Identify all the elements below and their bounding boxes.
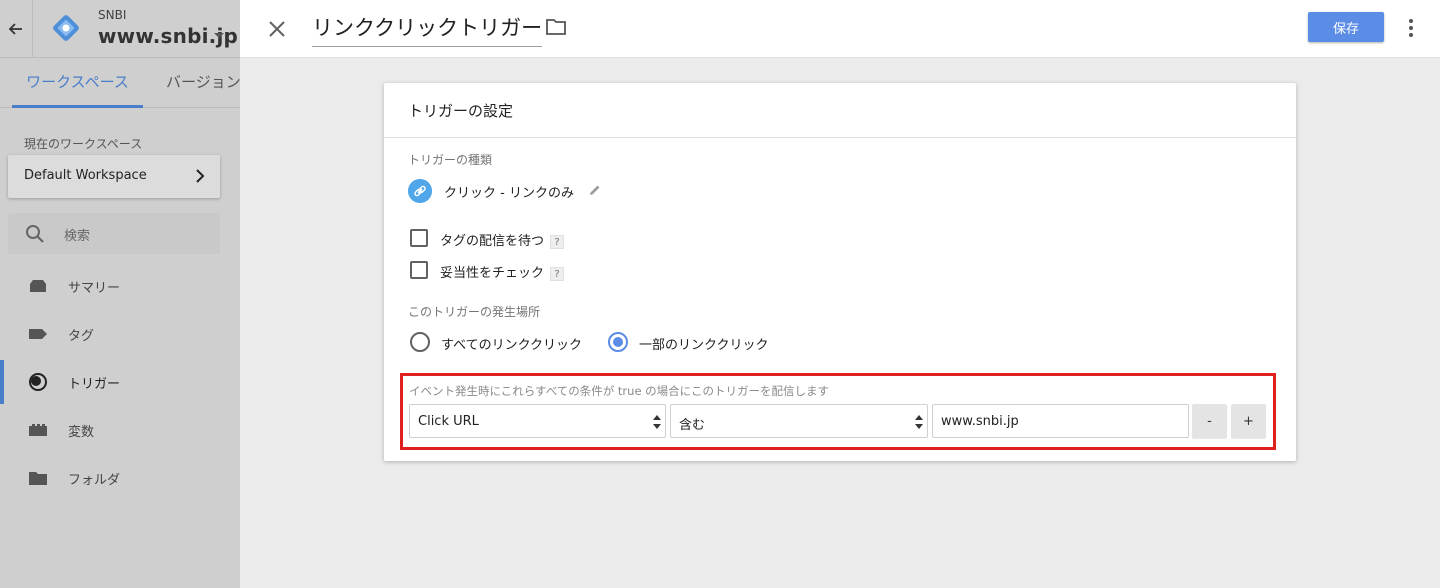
- gtm-logo-icon: [53, 15, 79, 41]
- save-button[interactable]: 保存: [1308, 12, 1384, 42]
- workspace-name: Default Workspace: [24, 168, 147, 183]
- help-icon[interactable]: ?: [550, 266, 565, 281]
- trigger-type-name: クリック - リンクのみ: [444, 186, 574, 201]
- search-placeholder: 検索: [64, 229, 91, 244]
- sidebar-item-label: サマリー: [68, 281, 121, 296]
- help-icon[interactable]: ?: [550, 234, 565, 249]
- search-icon: [26, 225, 44, 243]
- variable-select-value: Click URL: [418, 414, 479, 429]
- variable-select[interactable]: Click URL: [409, 404, 666, 438]
- workspace-caption: 現在のワークスペース: [24, 137, 143, 151]
- sidebar-item-label: フォルダ: [68, 473, 121, 488]
- filter-caption: イベント発生時にこれらすべての条件が true の場合にこのトリガーを配信します: [409, 384, 829, 398]
- operator-select-value: 含む: [679, 418, 706, 433]
- container-header: SNBI www.snbi.jp: [0, 0, 240, 58]
- wait-for-tags-label: タグの配信を待つ: [440, 234, 545, 249]
- folder-icon[interactable]: [545, 17, 567, 37]
- editor-header: リンククリックトリガー 保存: [240, 0, 1440, 58]
- remove-condition-button[interactable]: -: [1192, 404, 1227, 438]
- sidebar-item-variables[interactable]: 変数: [0, 408, 240, 452]
- sidebar-item-summary[interactable]: サマリー: [0, 264, 240, 308]
- arrow-left-icon: [8, 23, 22, 35]
- all-link-clicks-radio[interactable]: [410, 332, 430, 352]
- wait-for-tags-checkbox[interactable]: [410, 229, 428, 247]
- divider: [384, 137, 1296, 138]
- trigger-name-input[interactable]: リンククリックトリガー: [312, 12, 543, 47]
- trigger-config-card: トリガーの設定 トリガーの種類 クリック - リンクのみ タグの配信を待つ? 妥…: [384, 83, 1296, 461]
- back-button[interactable]: [0, 0, 33, 58]
- select-arrows-icon: [653, 415, 661, 429]
- link-icon: [408, 179, 432, 203]
- tab-workspace[interactable]: ワークスペース: [12, 58, 143, 108]
- search-input[interactable]: 検索: [8, 213, 220, 254]
- sidebar-item-folders[interactable]: フォルダ: [0, 456, 240, 500]
- checkbox-label-wrap: タグの配信を待つ?: [440, 230, 565, 249]
- summary-icon: [30, 280, 46, 292]
- operator-select[interactable]: 含む: [670, 404, 928, 438]
- tag-icon: [29, 329, 47, 339]
- tab-version[interactable]: バージョン: [166, 58, 240, 108]
- sidebar: SNBI www.snbi.jp ワークスペース バージョン 現在のワークスペー…: [0, 0, 240, 588]
- sidebar-item-triggers[interactable]: トリガー: [0, 360, 240, 404]
- checkbox-label-wrap: 妥当性をチェック?: [440, 262, 565, 281]
- sidebar-item-tags[interactable]: タグ: [0, 312, 240, 356]
- sidebar-tabs: ワークスペース バージョン: [0, 58, 240, 108]
- trigger-icon: [29, 373, 47, 391]
- all-link-clicks-label: すべてのリンククリック: [441, 338, 583, 353]
- sidebar-item-label: 変数: [68, 425, 95, 440]
- close-icon[interactable]: [266, 18, 288, 40]
- workspace-selector[interactable]: Default Workspace: [8, 155, 220, 198]
- account-name: SNBI: [98, 8, 127, 22]
- check-validation-checkbox[interactable]: [410, 261, 428, 279]
- edit-pencil-icon[interactable]: [588, 183, 602, 197]
- more-vert-icon[interactable]: [1404, 16, 1418, 40]
- some-link-clicks-label: 一部のリンククリック: [639, 338, 769, 353]
- trigger-type-caption: トリガーの種類: [408, 153, 493, 167]
- card-title: トリガーの設定: [408, 102, 514, 120]
- folder-icon: [29, 472, 47, 485]
- select-arrows-icon: [915, 415, 923, 429]
- sidebar-item-label: トリガー: [68, 377, 121, 392]
- some-link-clicks-radio[interactable]: [608, 332, 628, 352]
- fire-on-caption: このトリガーの発生場所: [408, 305, 541, 319]
- chevron-right-icon: [196, 169, 205, 183]
- chevron-down-icon[interactable]: [214, 33, 224, 38]
- add-condition-button[interactable]: +: [1231, 404, 1266, 438]
- check-validation-label: 妥当性をチェック: [440, 266, 545, 281]
- variable-icon: [29, 424, 47, 436]
- condition-value-input[interactable]: [932, 404, 1189, 438]
- filter-condition-highlight: イベント発生時にこれらすべての条件が true の場合にこのトリガーを配信します…: [400, 373, 1276, 450]
- sidebar-item-label: タグ: [68, 329, 95, 344]
